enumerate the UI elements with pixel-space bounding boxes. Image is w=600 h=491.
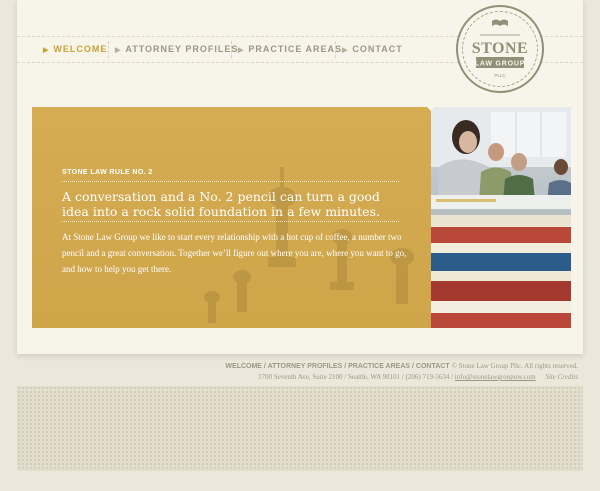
meeting-photo (431, 107, 571, 328)
logo-suffix: PLLC (494, 73, 506, 78)
logo-mark: STONE LAW GROUP PLLC (472, 19, 528, 78)
nav-practice-areas[interactable]: ▶ PRACTICE AREAS (238, 37, 342, 62)
footer-link-practice-areas[interactable]: PRACTICE AREAS (348, 363, 410, 370)
divider (62, 221, 399, 222)
nav-practice-areas-label: PRACTICE AREAS (248, 44, 343, 54)
nav-attorney-profiles-label: ATTORNEY PROFILES (125, 44, 239, 54)
nav-welcome-label: WELCOME (53, 44, 108, 54)
footer-link-welcome[interactable]: WELCOME (225, 363, 262, 370)
arrow-right-icon: ▶ (115, 47, 122, 54)
logo-subtitle: LAW GROUP (475, 61, 525, 68)
nav-contact-label: CONTACT (352, 44, 403, 54)
chess-pieces-image (204, 167, 414, 323)
arrow-right-icon: ▶ (238, 47, 245, 54)
arrow-right-icon: ▶ (43, 47, 50, 54)
copyright: © Stone Law Group Pllc. All rights reser… (451, 362, 578, 370)
nav-divider (231, 41, 232, 58)
book-icon (492, 19, 508, 26)
nav-welcome[interactable]: ▶ WELCOME (43, 37, 107, 62)
nav-contact[interactable]: ▶ CONTACT (342, 37, 403, 62)
arrow-right-icon: ▶ (342, 47, 349, 54)
logo-name: STONE (472, 40, 528, 57)
footer-link-contact[interactable]: CONTACT (416, 363, 450, 370)
hero-banner: STONE LAW RULE NO. 2 A conversation and … (32, 99, 571, 328)
rule-label: STONE LAW RULE NO. 2 (62, 169, 153, 176)
email-link[interactable]: info@stonelawgroupuw.com (455, 373, 536, 381)
dotted-background-panel (17, 386, 583, 471)
nav-divider (335, 41, 336, 58)
footer-nav: WELCOME / ATTORNEY PROFILES / PRACTICE A… (225, 362, 578, 370)
address-text: 1700 Seventh Ave, Suite 2100 / Seattle, … (258, 373, 454, 381)
hero-text-panel: STONE LAW RULE NO. 2 A conversation and … (32, 107, 431, 328)
footer-link-attorney-profiles[interactable]: ATTORNEY PROFILES (268, 363, 343, 370)
site-credits-link[interactable]: Site Credits (545, 373, 578, 381)
logo[interactable]: STONE LAW GROUP PLLC (456, 5, 544, 93)
hero-body: At Stone Law Group we like to start ever… (62, 232, 407, 274)
page-panel: ▶ WELCOME ▶ ATTORNEY PROFILES ▶ PRACTICE AR… (17, 0, 583, 354)
nav-attorney-profiles[interactable]: ▶ ATTORNEY PROFILES (115, 37, 238, 62)
photo-illustration (431, 107, 571, 328)
footer-address: 1700 Seventh Ave, Suite 2100 / Seattle, … (258, 373, 578, 381)
hero-headline: A conversation and a No. 2 pencil can tu… (62, 189, 380, 219)
nav-divider (108, 41, 109, 58)
divider (62, 181, 399, 182)
